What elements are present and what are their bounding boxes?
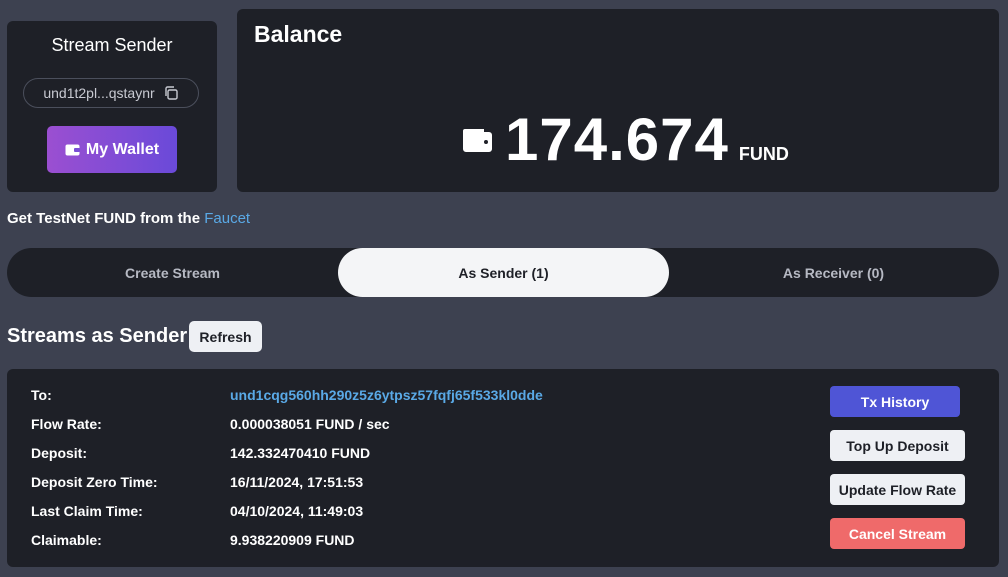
to-label: To: bbox=[31, 387, 52, 403]
faucet-link[interactable]: Faucet bbox=[204, 210, 250, 227]
deposit-value: 142.332470410 FUND bbox=[230, 445, 371, 461]
claimable-value: 9.938220909 FUND bbox=[230, 532, 355, 548]
to-address-link[interactable]: und1cqg560hh290z5z6ytpsz57fqfj65f533kl0d… bbox=[230, 387, 543, 403]
refresh-button[interactable]: Refresh bbox=[189, 321, 262, 352]
balance-card: Balance 174.674 FUND bbox=[237, 9, 999, 192]
sender-address: und1t2pl...qstaynr bbox=[43, 85, 155, 101]
tab-as-receiver[interactable]: As Receiver (0) bbox=[668, 248, 999, 297]
claimable-label: Claimable: bbox=[31, 532, 102, 548]
stream-sender-title: Stream Sender bbox=[51, 35, 173, 55]
stream-sender-card: Stream Sender und1t2pl...qstaynr My Wall… bbox=[7, 21, 217, 192]
flow-rate-label: Flow Rate: bbox=[31, 416, 102, 432]
balance-title: Balance bbox=[254, 21, 343, 47]
stream-tabs: Create Stream As Sender (1) As Receiver … bbox=[7, 248, 999, 297]
last-claim-time-value: 04/10/2024, 11:49:03 bbox=[230, 503, 364, 519]
deposit-zero-time-value: 16/11/2024, 17:51:53 bbox=[230, 474, 364, 490]
deposit-zero-time-label: Deposit Zero Time: bbox=[31, 474, 158, 490]
my-wallet-label: My Wallet bbox=[85, 140, 160, 158]
my-wallet-button[interactable]: My Wallet bbox=[47, 126, 177, 173]
update-flow-rate-button[interactable]: Update Flow Rate bbox=[830, 474, 965, 505]
sender-address-pill[interactable]: und1t2pl...qstaynr bbox=[23, 78, 199, 108]
faucet-notice: Get TestNet FUND from the Faucet bbox=[7, 210, 250, 227]
tab-create-stream[interactable]: Create Stream bbox=[7, 248, 338, 297]
tx-history-button[interactable]: Tx History bbox=[830, 386, 960, 417]
balance-unit: FUND bbox=[738, 144, 789, 164]
tab-as-sender[interactable]: As Sender (1) bbox=[338, 248, 669, 297]
balance-value: 174.674 bbox=[505, 106, 729, 173]
stream-details-card: To: und1cqg560hh290z5z6ytpsz57fqfj65f533… bbox=[7, 369, 999, 567]
balance-display: 174.674 FUND bbox=[462, 105, 789, 174]
deposit-label: Deposit: bbox=[31, 445, 87, 461]
wallet-icon bbox=[463, 129, 492, 152]
flow-rate-value: 0.000038051 FUND / sec bbox=[230, 416, 390, 432]
cancel-stream-button[interactable]: Cancel Stream bbox=[830, 518, 965, 549]
top-up-deposit-button[interactable]: Top Up Deposit bbox=[830, 430, 965, 461]
last-claim-time-label: Last Claim Time: bbox=[31, 503, 143, 519]
faucet-prefix: Get TestNet FUND from the bbox=[7, 210, 205, 227]
copy-icon[interactable] bbox=[163, 85, 179, 101]
wallet-icon bbox=[65, 144, 80, 155]
streams-section-title: Streams as Sender bbox=[7, 325, 188, 347]
